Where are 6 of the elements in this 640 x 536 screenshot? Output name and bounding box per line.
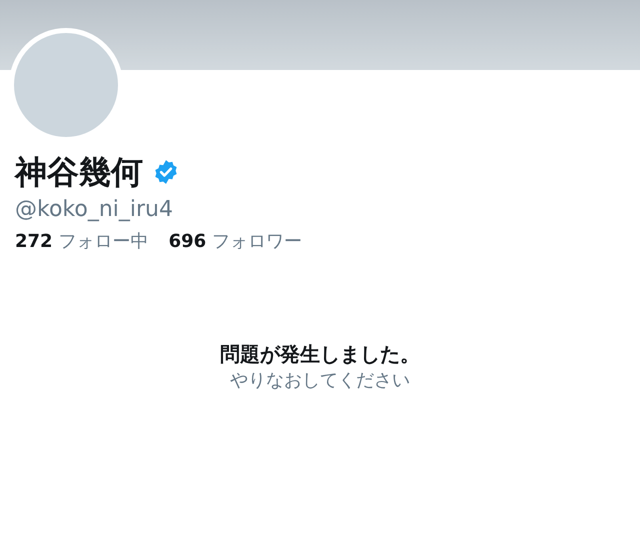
profile-name: 神谷幾何	[15, 152, 143, 192]
profile-handle: @koko_ni_iru4	[15, 196, 174, 224]
error-title: 問題が発生しました。	[220, 341, 420, 368]
follow-count-link[interactable]: 272 フォロー中	[15, 230, 149, 254]
follow-count-link[interactable]: 696 フォロワー	[168, 230, 302, 254]
error-message: やりなおしてください	[230, 369, 410, 393]
